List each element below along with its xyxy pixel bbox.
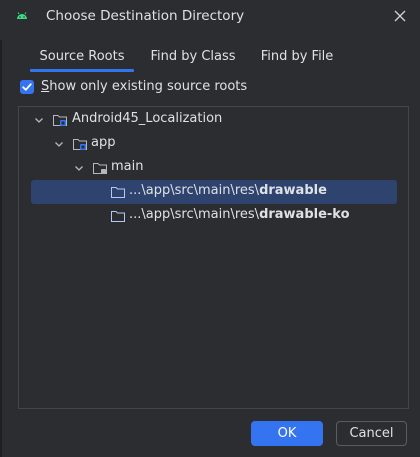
directory-tree[interactable]: Android45_Localization app main ...\app\… <box>18 106 409 409</box>
tab-label: Source Roots <box>39 49 125 64</box>
show-existing-source-roots-checkbox[interactable] <box>20 80 34 94</box>
tree-node-label: main <box>111 159 144 174</box>
tab-label: Find by File <box>260 49 334 64</box>
tree-node-label: app <box>91 135 116 150</box>
tab-find-by-file[interactable]: Find by File <box>252 45 342 71</box>
folder-name: drawable-ko <box>259 207 350 222</box>
title-bar: Choose Destination Directory <box>0 0 420 32</box>
background-window-edge <box>0 40 2 457</box>
chevron-down-icon[interactable] <box>73 162 85 174</box>
path-prefix: ...\app\src\main\res\ <box>129 183 260 198</box>
label-text: how only existing source roots <box>49 79 248 94</box>
folder-icon <box>110 208 126 224</box>
folder-name: drawable <box>259 183 327 198</box>
tree-node-main[interactable]: main <box>31 156 397 180</box>
module-folder-icon <box>72 136 88 152</box>
chevron-down-icon[interactable] <box>53 138 65 150</box>
path-prefix: ...\app\src\main\res\ <box>129 207 260 222</box>
tree-node-app[interactable]: app <box>31 132 397 156</box>
tab-find-by-class[interactable]: Find by Class <box>144 45 242 71</box>
chevron-down-icon[interactable] <box>33 114 45 126</box>
tab-source-roots[interactable]: Source Roots <box>30 45 134 72</box>
dialog-title: Choose Destination Directory <box>46 8 245 24</box>
tree-node-drawable-ko[interactable]: ...\app\src\main\res\drawable-ko <box>31 204 397 228</box>
tree-node-label: ...\app\src\main\res\drawable <box>129 183 327 198</box>
tree-node-label: ...\app\src\main\res\drawable-ko <box>129 207 350 222</box>
tab-label: Find by Class <box>150 49 236 64</box>
source-folder-icon <box>92 160 108 176</box>
close-icon[interactable] <box>390 6 410 26</box>
show-existing-source-roots-label[interactable]: Show only existing source roots <box>41 79 247 94</box>
checkmark-icon <box>22 83 32 91</box>
ok-button[interactable]: OK <box>251 421 323 446</box>
module-folder-icon <box>52 112 68 128</box>
cancel-button[interactable]: Cancel <box>336 421 407 446</box>
tree-node-drawable[interactable]: ...\app\src\main\res\drawable <box>31 180 397 204</box>
tree-node-project[interactable]: Android45_Localization <box>31 108 397 132</box>
android-icon <box>14 8 30 24</box>
tree-node-label: Android45_Localization <box>72 111 223 126</box>
folder-icon <box>110 184 126 200</box>
